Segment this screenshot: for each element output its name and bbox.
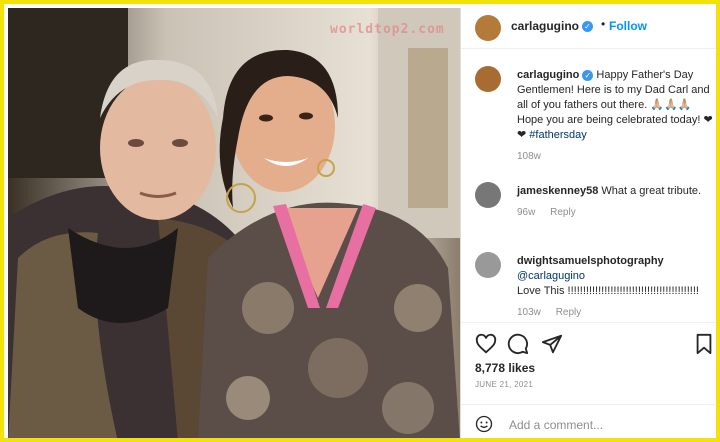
avatar[interactable] xyxy=(475,182,501,208)
comment-text: Love This !!!!!!!!!!!!!!!!!!!!!!!!!!!!!!… xyxy=(517,285,699,297)
hashtag-link[interactable]: #fathersday xyxy=(529,129,586,141)
post-sidebar: carlagugino ✓ • Follow carlagugino ✓ Happy… xyxy=(460,8,716,438)
comment-username[interactable]: dwightsamuelsphotography xyxy=(517,255,664,267)
heart-icon[interactable] xyxy=(475,333,497,355)
watermark: worldtop2.com xyxy=(330,22,445,37)
verified-badge-icon: ✓ xyxy=(582,69,594,81)
comment-text: What a great tribute. xyxy=(601,185,702,197)
mention-link[interactable]: @carlagugino xyxy=(517,270,585,282)
avatar[interactable] xyxy=(475,15,501,41)
username-link[interactable]: carlagugino xyxy=(511,19,579,33)
comment-input[interactable] xyxy=(507,414,711,436)
smiley-icon[interactable] xyxy=(475,415,493,433)
likes-count[interactable]: 8,778 likes xyxy=(475,361,535,375)
comment-age: 103w xyxy=(517,307,541,318)
add-comment-bar xyxy=(461,404,716,438)
photo-illustration xyxy=(8,8,460,438)
separator-dot: • xyxy=(601,17,606,31)
post-header: carlagugino ✓ • Follow xyxy=(461,8,716,49)
post-photo[interactable]: worldtop2.com xyxy=(8,8,460,438)
verified-badge-icon: ✓ xyxy=(582,21,594,33)
reply-button[interactable]: Reply xyxy=(550,207,576,218)
post-actions: 8,778 likes JUNE 21, 2021 xyxy=(461,322,716,403)
reply-button[interactable]: Reply xyxy=(556,307,582,318)
caption-age: 108w xyxy=(517,151,541,162)
screenshot-frame: worldtop2.com carlagugino ✓ • Follow carl… xyxy=(0,0,720,442)
comment-age: 96w xyxy=(517,207,536,218)
comment-icon[interactable] xyxy=(507,333,529,355)
bookmark-icon[interactable] xyxy=(693,333,715,355)
follow-button[interactable]: Follow xyxy=(609,19,647,33)
comment-username[interactable]: jameskenney58 xyxy=(517,185,598,197)
avatar[interactable] xyxy=(475,252,501,278)
comments-list[interactable]: carlagugino ✓ Happy Father's Day Gentleme… xyxy=(461,52,716,320)
caption-username[interactable]: carlagugino xyxy=(517,69,579,81)
avatar[interactable] xyxy=(475,66,501,92)
share-icon[interactable] xyxy=(541,333,563,355)
post-date: JUNE 21, 2021 xyxy=(475,380,534,389)
